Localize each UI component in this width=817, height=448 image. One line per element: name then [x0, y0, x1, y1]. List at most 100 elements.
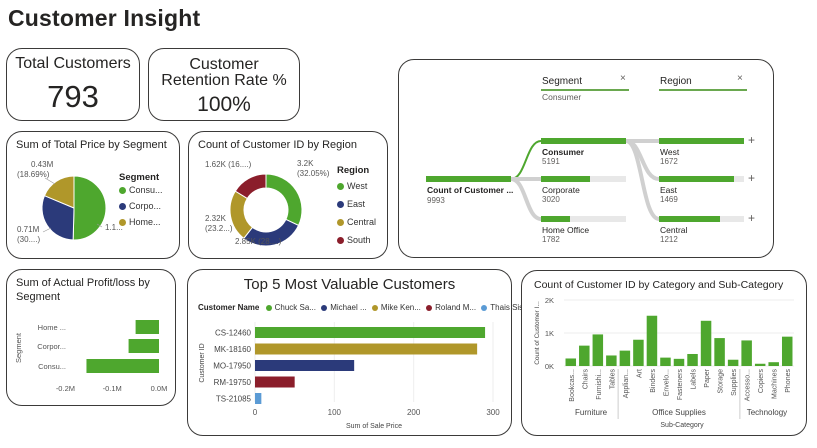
profit-tick-1: -0.1M: [103, 384, 122, 393]
segment-legend-item-home[interactable]: Home...: [119, 216, 163, 228]
segment-pie-card[interactable]: Sum of Total Price by Segment 0.43M (18.6…: [6, 131, 180, 259]
category-x-tick-5: Art: [636, 369, 643, 378]
region-donut-label-south: 1.62K (16....): [205, 160, 252, 169]
category-bar-4[interactable]: [619, 350, 631, 366]
top5-bar-1[interactable]: [255, 343, 478, 355]
region-donut-label-east: 2.85K (28....): [235, 237, 282, 246]
profit-bar-2[interactable]: [86, 359, 159, 373]
region-legend-item-central[interactable]: Central: [337, 216, 376, 228]
category-x-tick-7: Envelo...: [663, 369, 670, 396]
category-x-tick-11: Storage: [718, 369, 725, 394]
category-bar-14[interactable]: [754, 363, 766, 366]
top5-bar-chart[interactable]: CS-12460 MK-18160 MO-17950 RM-19750 TS-21085…: [188, 270, 513, 437]
category-bar-0[interactable]: [565, 358, 577, 366]
category-bar-3[interactable]: [606, 355, 617, 366]
dt-expand-icon-0[interactable]: +: [748, 134, 755, 146]
kpi-retention-value: 100%: [197, 93, 251, 116]
segment-pie-label-home: 0.43M: [31, 160, 54, 169]
category-chart-card[interactable]: Count of Customer ID by Category and Sub…: [521, 270, 807, 436]
category-x-tick-10: Paper: [704, 368, 711, 387]
category-group-label-2: Technology: [747, 408, 787, 417]
dt-expand-icon-1[interactable]: +: [748, 172, 755, 184]
category-x-tick-4: Applian...: [623, 369, 630, 398]
region-legend-title: Region: [337, 165, 370, 176]
category-y-tick-2: 0K: [545, 362, 554, 371]
segment-pie-legend: Segment Consu... Corpo... Home...: [119, 172, 163, 228]
dt-region-value-1: 1469: [660, 195, 678, 204]
profit-bar-1[interactable]: [128, 339, 159, 353]
top5-category-label-3: RM-19750: [214, 378, 252, 387]
dt-region-bar-1[interactable]: [659, 176, 734, 182]
profit-chart-card[interactable]: Sum of Actual Profit/loss by Segment Hom…: [6, 269, 176, 406]
dt-connector-root-0: [510, 140, 542, 180]
dt-expand-icon-2[interactable]: +: [748, 212, 755, 224]
category-x-tick-14: Copiers: [758, 369, 765, 394]
segment-pie-label-corp: 0.71M: [17, 225, 40, 234]
dt-segment-value-0: 5191: [542, 157, 560, 166]
category-bar-7[interactable]: [660, 357, 671, 366]
decomposition-tree-card[interactable]: Segment × Consumer Region × Count of Cus…: [398, 59, 774, 258]
profit-bar-chart[interactable]: Home ...Corpor...Consu...-0.2M -0.1M 0.0MS…: [7, 270, 177, 407]
category-bar-10[interactable]: [700, 320, 712, 366]
kpi-total-customers-label: Total Customers: [15, 55, 131, 72]
profit-category-label-2: Consu...: [38, 362, 66, 371]
dt-segment-bar-2[interactable]: [541, 216, 570, 222]
top5-tick-3: 300: [486, 408, 500, 417]
region-donut-slice-0[interactable]: [265, 173, 303, 227]
dt-root-bar[interactable]: [426, 176, 511, 182]
category-bar-11[interactable]: [714, 338, 725, 366]
region-legend-item-south[interactable]: South: [337, 234, 376, 246]
profit-bar-0[interactable]: [135, 320, 159, 334]
kpi-retention-card: Customer Retention Rate % 100%: [148, 48, 300, 121]
profit-category-label-0: Home ...: [38, 323, 66, 332]
category-bar-6[interactable]: [646, 315, 658, 366]
category-bar-15[interactable]: [768, 362, 779, 366]
category-x-tick-9: Labels: [691, 369, 698, 390]
top5-bar-3[interactable]: [255, 376, 295, 388]
category-x-axis-label: Sub-Category: [660, 422, 704, 429]
category-bar-1[interactable]: [579, 345, 590, 366]
region-donut-label-central: 2.32K: [205, 214, 227, 223]
category-bar-16[interactable]: [781, 336, 793, 366]
dt-segment-value-1: 3020: [542, 195, 560, 204]
segment-legend-item-corporate[interactable]: Corpo...: [119, 200, 163, 212]
top5-x-axis-label: Sum of Sale Price: [346, 423, 402, 430]
category-bar-13[interactable]: [741, 340, 752, 366]
region-legend-item-east[interactable]: East: [337, 198, 376, 210]
category-bar-2[interactable]: [592, 334, 604, 366]
profit-y-axis-label: Segment: [14, 332, 23, 363]
top5-bar-2[interactable]: [255, 360, 355, 371]
dt-region-value-0: 1672: [660, 157, 678, 166]
region-donut-card[interactable]: Count of Customer ID by Region 3.2K (32.0…: [188, 131, 388, 259]
category-x-tick-3: Tables: [609, 369, 616, 390]
dt-root-label: Count of Customer ...: [427, 185, 514, 195]
category-y-tick-0: 2K: [545, 296, 554, 305]
category-y-axis-label: Count of Customer I...: [534, 301, 541, 365]
top5-tick-1: 100: [328, 408, 342, 417]
dt-segment-bar-1[interactable]: [541, 176, 591, 182]
top5-category-label-0: CS-12460: [215, 329, 252, 338]
kpi-total-customers-value: 793: [47, 79, 99, 114]
category-bar-5[interactable]: [633, 339, 644, 366]
category-x-tick-1: Chairs: [582, 369, 589, 390]
category-bar-8[interactable]: [673, 358, 685, 366]
region-donut-label-central-pct: (23.2...): [205, 224, 233, 233]
category-x-tick-0: Bookcas...: [569, 369, 576, 402]
region-donut-slice-2[interactable]: [229, 190, 254, 240]
top5-bar-0[interactable]: [255, 327, 486, 338]
dt-segment-bar-0[interactable]: [541, 138, 626, 144]
segment-legend-item-consumer[interactable]: Consu...: [119, 184, 163, 196]
category-x-tick-13: Accesso...: [745, 369, 752, 401]
top5-bar-4[interactable]: [255, 393, 262, 404]
dt-region-bar-0[interactable]: [659, 138, 744, 144]
category-bar-9[interactable]: [687, 353, 698, 366]
dt-connector-root-2: [510, 177, 542, 221]
dt-region-bar-2[interactable]: [659, 216, 721, 222]
category-bar-12[interactable]: [727, 359, 739, 366]
segment-pie-label-corp-pct: (30....): [17, 235, 40, 244]
region-legend-item-west[interactable]: West: [337, 180, 376, 192]
category-bar-chart[interactable]: 2K 1K 0K Bookcas... Chairs Furnishi... Tables A…: [522, 271, 808, 437]
dt-region-label-1: East: [660, 185, 678, 195]
segment-pie-slice-0[interactable]: [72, 175, 107, 241]
top5-chart-card[interactable]: Top 5 Most Valuable Customers Customer N…: [187, 269, 534, 437]
